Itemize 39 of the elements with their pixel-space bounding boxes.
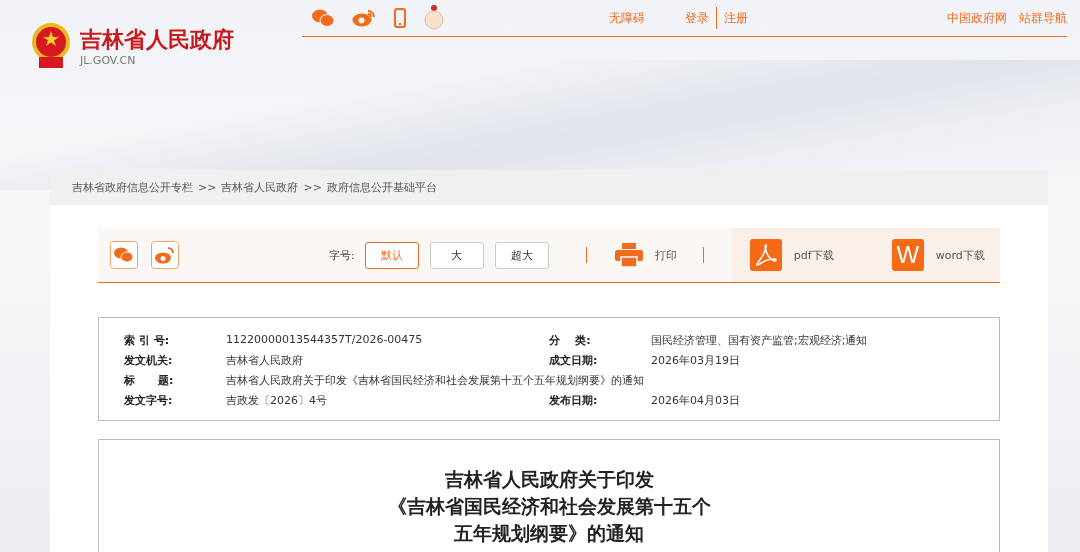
wechat-share-icon[interactable] <box>110 241 138 269</box>
pdf-download-link[interactable]: pdf下载 <box>793 247 834 263</box>
printer-icon[interactable] <box>614 243 643 267</box>
document-title-line: 五年规划纲要》的通知 <box>453 521 645 546</box>
weibo-icon[interactable] <box>352 9 376 27</box>
mascot-icon[interactable] <box>424 5 444 31</box>
metadata-value: 吉政发〔2026〕4号 <box>226 392 327 408</box>
breadcrumb-link[interactable]: 吉林省人民政府 <box>221 180 299 195</box>
word-download-link[interactable]: word下载 <box>935 247 985 263</box>
breadcrumb-link[interactable]: 政府信息公开基础平台 <box>326 180 437 195</box>
wechat-icon[interactable] <box>312 9 334 27</box>
metadata-value: 11220000013544357T/2026-00475 <box>226 332 423 348</box>
font-size-button[interactable]: 超大 <box>494 241 549 269</box>
site-domain: JL.GOV.CN <box>80 53 137 67</box>
breadcrumb-separator: >> <box>198 181 217 194</box>
metadata-value: 吉林省人民政府关于印发《吉林省国民经济和社会发展第十五个五年规划纲要》的通知 <box>226 372 644 388</box>
document-title-line: 《吉林省国民经济和社会发展第十五个 <box>386 494 712 519</box>
metadata-value: 国民经济管理、国有资产监管;宏观经济;通知 <box>651 332 868 348</box>
metadata-value: 吉林省人民政府 <box>226 352 303 368</box>
print-link[interactable]: 打印 <box>654 247 677 263</box>
breadcrumb-separator: >> <box>303 181 322 194</box>
emblem-icon <box>30 23 72 69</box>
metadata-label: 成文日期: <box>549 352 599 368</box>
metadata-label: 发文字号: <box>124 392 174 408</box>
metadata-value: 2026年03月19日 <box>651 352 740 368</box>
metadata-label: 分 类: <box>549 332 592 348</box>
pdf-icon[interactable] <box>749 239 782 271</box>
font-size-button[interactable]: 大 <box>429 241 484 269</box>
breadcrumb-link[interactable]: 吉林省政府信息公开专栏 <box>72 180 193 195</box>
font-size-label: 字号: <box>329 247 355 263</box>
document-title-line: 吉林省人民政府关于印发 <box>443 467 655 492</box>
metadata-label: 索 引 号: <box>124 332 171 348</box>
metadata-label: 发文机关: <box>124 352 174 368</box>
metadata-label: 标 题: <box>124 372 175 388</box>
site-name: 吉林省人民政府 <box>80 25 234 54</box>
mobile-phone-icon[interactable] <box>394 8 406 28</box>
weibo-share-icon[interactable] <box>151 241 179 269</box>
metadata-value: 2026年04月03日 <box>651 392 740 408</box>
metadata-label: 发布日期: <box>549 392 599 408</box>
